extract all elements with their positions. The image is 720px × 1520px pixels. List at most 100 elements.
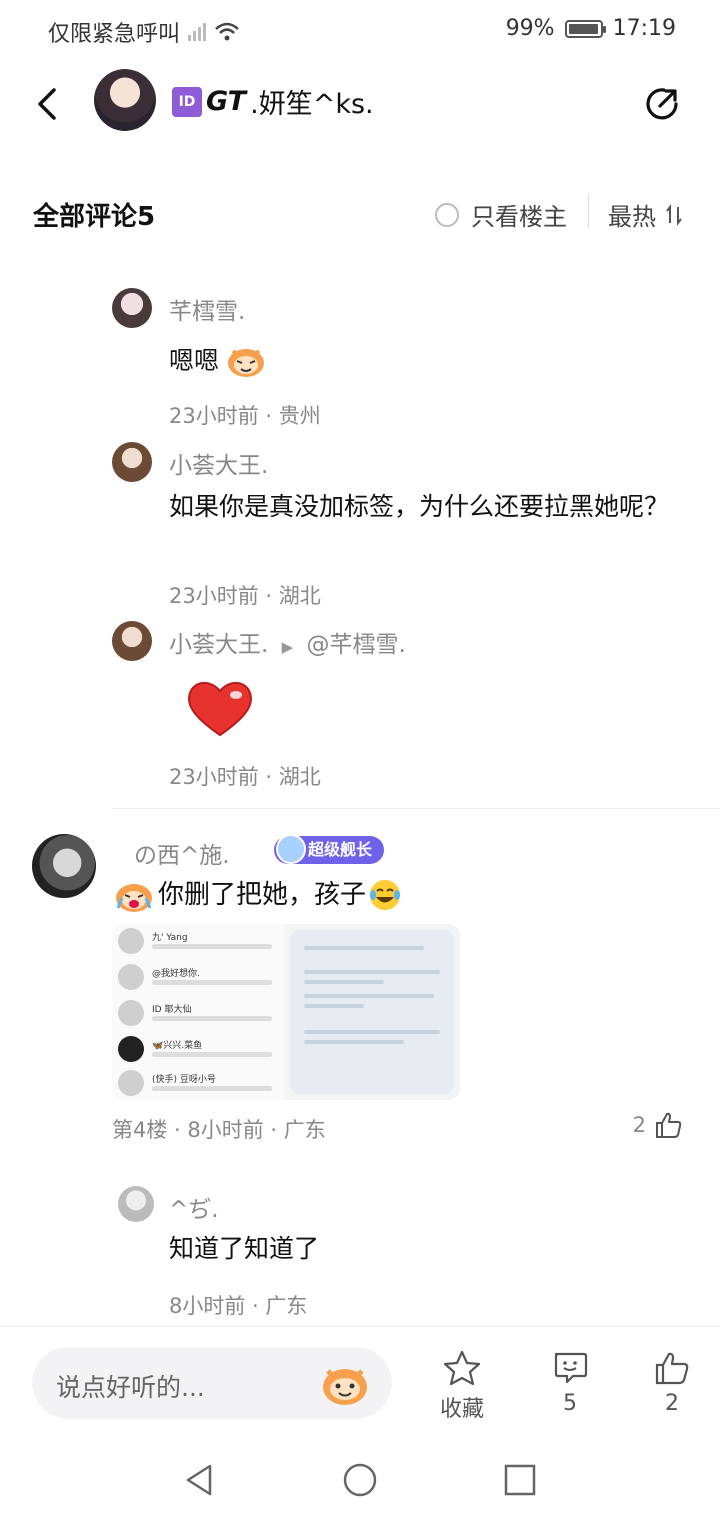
status-left: 仅限紧急呼叫 xyxy=(48,16,240,48)
thumbnail-row: (快手) 豆呀小号 xyxy=(118,1070,280,1100)
floor-meta: 第4楼 · 8小时前 · 广东 xyxy=(112,1118,326,1142)
radio-icon xyxy=(435,202,459,227)
favorite-button[interactable]: 收藏 xyxy=(427,1349,497,1423)
thumbnail-avatar xyxy=(118,964,144,990)
comment-button[interactable]: 5 xyxy=(535,1349,605,1416)
avatar[interactable] xyxy=(118,1186,154,1222)
reply-item[interactable]: 小荟大王. ▶ @芊樰雪. 23小时前 · 湖北 xyxy=(112,621,712,791)
thumbnail-text-line xyxy=(304,980,384,984)
battery-percent: 99% xyxy=(505,16,555,41)
reply-meta: 23小时前 · 湖北 xyxy=(169,584,321,608)
comment-input[interactable]: 说点好听的... xyxy=(32,1347,392,1419)
thumbnail-text-line xyxy=(304,994,434,998)
reply-meta: 23小时前 · 湖北 xyxy=(169,765,321,789)
comment-input-placeholder: 说点好听的... xyxy=(56,1373,205,1402)
status-right: 99% 17:19 xyxy=(506,16,676,41)
author-avatar[interactable] xyxy=(94,69,156,131)
avatar[interactable] xyxy=(112,288,152,328)
thumbnail-row-name: 九' Yang xyxy=(152,933,188,943)
captain-badge: 超级舰长 xyxy=(274,834,385,864)
comment-filter-bar: 全部评论5 只看楼主 最热 xyxy=(0,170,720,250)
wifi-icon xyxy=(215,22,239,41)
thumbnail-row-name: ID 耶大仙 xyxy=(152,1005,192,1015)
thumbnail-row: 九' Yang xyxy=(118,928,280,958)
id-badge: ID xyxy=(172,86,202,117)
floor-author[interactable]: の西^施. xyxy=(134,836,230,870)
thumbnail-subline xyxy=(152,1052,272,1057)
star-icon xyxy=(443,1350,481,1386)
thumbnail-text-line xyxy=(304,970,440,974)
floor-text: 你删了把她，孩子 xyxy=(112,876,402,914)
floor-like-button[interactable]: 2 xyxy=(633,1110,684,1140)
like-count: 2 xyxy=(665,1391,679,1416)
author-name[interactable]: ID GT .妍笙^ks. xyxy=(172,82,374,121)
heart-sticker-icon xyxy=(188,682,252,737)
reply-text: 如果你是真没加标签，为什么还要拉黑她呢？ xyxy=(169,492,670,521)
battery-icon xyxy=(564,19,606,38)
only-op-label: 只看楼主 xyxy=(471,203,567,231)
reply-author[interactable]: ^ぢ. xyxy=(169,1190,219,1224)
thumbnail-avatar xyxy=(118,1036,144,1062)
thumbnail-avatar xyxy=(118,1000,144,1026)
comment-icon xyxy=(554,1352,588,1384)
sort-icon xyxy=(666,203,682,226)
filter-divider xyxy=(588,194,589,228)
screenshot-thumbnail[interactable]: 九' Yang @我好想你. ID 耶大仙 🦋兴兴.菜鱼 (快手) 豆呀小号 xyxy=(112,924,460,1100)
thumbnail-text-line xyxy=(304,1004,364,1008)
thumbnail-text-line xyxy=(304,1030,440,1034)
thumbnail-row-name: @我好想你. xyxy=(152,969,200,979)
thumbnail-subline xyxy=(152,1016,272,1021)
thumbs-up-icon xyxy=(656,1112,682,1138)
reply-arrow-icon: ▶ xyxy=(281,638,294,656)
crying-emoji-icon xyxy=(116,884,152,912)
thumbnail-subline xyxy=(152,980,272,985)
reply-author-name: 小荟大王. xyxy=(169,632,269,658)
reply-to-user[interactable]: @芊樰雪. xyxy=(306,632,405,658)
sort-button[interactable]: 最热 xyxy=(608,197,684,232)
signal-icon xyxy=(188,23,207,41)
favorite-label: 收藏 xyxy=(439,1397,484,1422)
reply-item[interactable]: ^ぢ. 知道了知道了 8小时前 · 广东 xyxy=(112,1186,712,1318)
avatar[interactable] xyxy=(112,621,152,661)
carrier-text: 仅限紧急呼叫 xyxy=(48,22,181,47)
captain-badge-label: 超级舰长 xyxy=(308,840,373,859)
thumbnail-row: ID 耶大仙 xyxy=(118,1000,280,1030)
thumbnail-avatar xyxy=(118,928,144,954)
emoji-picker-icon[interactable] xyxy=(318,1357,372,1409)
status-bar: 仅限紧急呼叫 99% 17:19 xyxy=(0,0,720,58)
thumbnail-subline xyxy=(152,1086,272,1091)
system-nav-bar xyxy=(0,1440,720,1520)
top-header: ID GT .妍笙^ks. xyxy=(0,58,720,150)
reply-text: 知道了知道了 xyxy=(169,1234,320,1263)
nav-home-icon[interactable] xyxy=(342,1462,378,1498)
reply-item[interactable]: 芊樰雪. 嗯嗯 23小时前 · 贵州 xyxy=(112,288,712,428)
comment-count: 5 xyxy=(563,1391,577,1416)
floor-divider xyxy=(112,808,720,809)
floor-text-content: 你删了把她，孩子 xyxy=(158,880,367,910)
floor-like-count: 2 xyxy=(632,1113,646,1137)
sort-label: 最热 xyxy=(608,203,656,231)
reply-text-content: 嗯嗯 xyxy=(169,346,220,375)
thumbnail-row: 🦋兴兴.菜鱼 xyxy=(118,1036,280,1066)
laughing-tears-emoji-icon xyxy=(370,880,401,910)
thumbnail-list: 九' Yang @我好想你. ID 耶大仙 🦋兴兴.菜鱼 (快手) 豆呀小号 xyxy=(112,924,284,1100)
reply-author[interactable]: 小荟大王. ▶ @芊樰雪. xyxy=(169,625,406,659)
like-button[interactable]: 2 xyxy=(637,1349,707,1416)
only-op-toggle[interactable]: 只看楼主 xyxy=(435,197,567,232)
reply-author[interactable]: 小荟大王. xyxy=(169,446,268,480)
author-name-rest: .妍笙^ks. xyxy=(250,89,374,120)
nav-back-icon[interactable] xyxy=(182,1462,218,1498)
share-icon[interactable] xyxy=(642,82,684,124)
thumbnail-row-name: (快手) 豆呀小号 xyxy=(152,1075,216,1085)
avatar[interactable] xyxy=(32,834,96,898)
thumbnail-panel xyxy=(290,930,454,1094)
nav-recents-icon[interactable] xyxy=(502,1462,538,1498)
thumbnail-subline xyxy=(152,944,272,949)
monkey-emoji-icon xyxy=(228,349,265,377)
back-arrow-icon[interactable] xyxy=(30,84,64,124)
reply-author[interactable]: 芊樰雪. xyxy=(169,292,245,326)
clock: 17:19 xyxy=(612,16,676,41)
avatar[interactable] xyxy=(112,442,152,482)
reply-item[interactable]: 小荟大王. 如果你是真没加标签，为什么还要拉黑她呢？ 23小时前 · 湖北 xyxy=(112,442,712,612)
all-comments-title: 全部评论5 xyxy=(33,202,156,232)
